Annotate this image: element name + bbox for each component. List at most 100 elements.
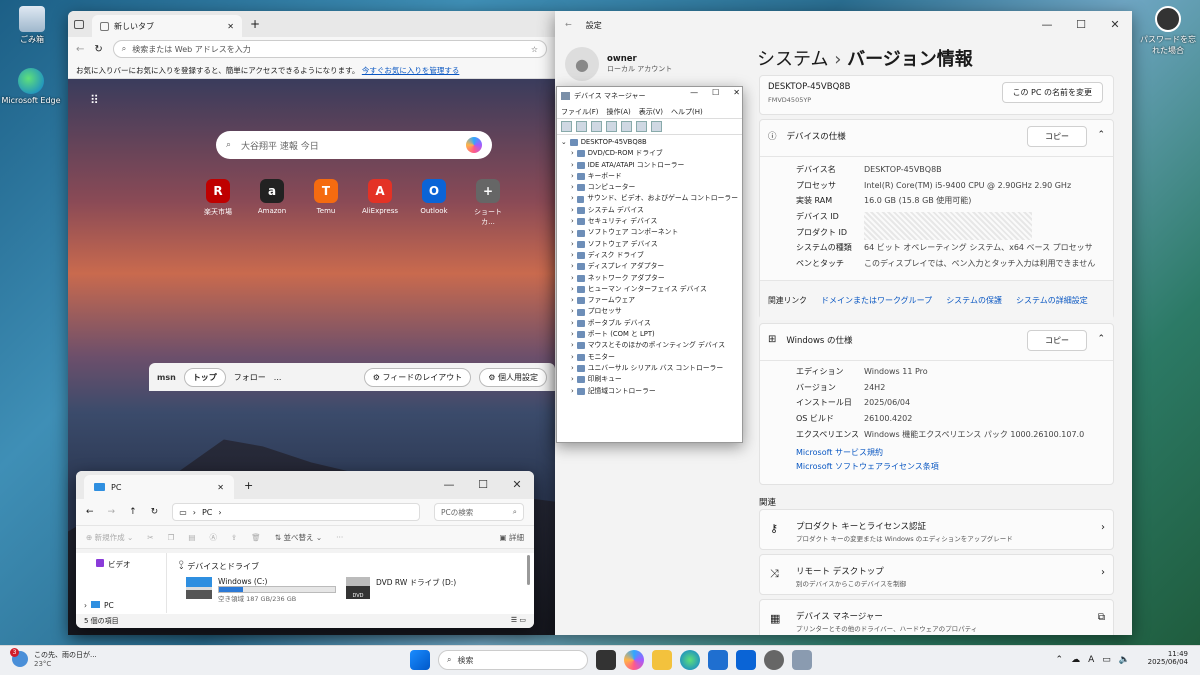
device-manager-window[interactable]: デバイス マネージャー — ☐ ✕ ファイル(F) 操作(A) 表示(V) ヘルプ(H) … <box>556 86 743 443</box>
manage-favorites-link[interactable]: 今すぐお気に入りを管理する <box>362 66 460 75</box>
explorer-search[interactable]: PCの検索 ⌕ <box>434 503 524 521</box>
feed-layout-button[interactable]: ⚙ フィードのレイアウト <box>363 367 472 387</box>
rename-icon[interactable]: Ⓐ <box>209 532 217 543</box>
group-header[interactable]: ⌄ デバイスとドライブ <box>178 561 259 572</box>
spec-value[interactable]: 2025/06/04 <box>864 398 910 407</box>
close-tab-icon[interactable]: ✕ <box>217 483 224 492</box>
dm-tree-node[interactable]: › IDE ATA/ATAPI コントローラー <box>561 160 738 171</box>
dm-tree-node[interactable]: › サウンド、ビデオ、およびゲーム コントローラー <box>561 193 738 204</box>
edge-desktop-icon[interactable]: Microsoft Edge <box>1 68 61 105</box>
msn-top-tab[interactable]: トップ <box>183 367 226 387</box>
minimize-icon[interactable]: — <box>690 88 698 97</box>
properties-icon[interactable] <box>591 121 602 132</box>
explorer-tab-pc[interactable]: PC ✕ <box>84 475 234 499</box>
dm-tree-node[interactable]: › DVD/CD-ROM ドライブ <box>561 148 738 159</box>
monitor-icon[interactable] <box>651 121 662 132</box>
view-toggle-icons[interactable]: ☰ ▭ <box>511 616 526 626</box>
dm-tree-node[interactable]: › コンピューター <box>561 182 738 193</box>
chevron-up-icon[interactable]: ⌃ <box>1097 334 1105 344</box>
chevron-up-icon[interactable]: ⌃ <box>1056 655 1064 665</box>
ms-link[interactable]: Microsoft サービス規約 <box>796 446 939 460</box>
apps-grid-icon[interactable]: ⠿ <box>90 93 99 107</box>
details-button[interactable]: ▣ 詳細 <box>500 532 524 543</box>
ime-icon[interactable]: A <box>1088 655 1094 665</box>
help-icon[interactable] <box>606 121 617 132</box>
forward-icon[interactable] <box>576 121 587 132</box>
quick-link[interactable]: A AliExpress <box>360 179 400 227</box>
back-icon[interactable] <box>561 121 572 132</box>
copy-icon[interactable]: ❐ <box>168 533 175 542</box>
ntp-search-box[interactable]: ⌕ 大谷翔平 速報 今日 <box>216 131 492 159</box>
dm-tree-node[interactable]: › マウスとそのほかのポインティング デバイス <box>561 340 738 351</box>
edge-tab-newtab[interactable]: 新しいタブ ✕ <box>92 15 242 37</box>
spec-value[interactable]: DESKTOP-45VBQ8B <box>864 165 942 174</box>
dm-menu-item[interactable]: ヘルプ(H) <box>671 107 703 116</box>
view-icon[interactable] <box>621 121 632 132</box>
close-tab-icon[interactable]: ✕ <box>227 22 234 31</box>
address-bar[interactable]: ⌕ 検索または Web アドレスを入力 ☆ <box>112 40 547 58</box>
breadcrumb-system[interactable]: システム <box>757 49 828 70</box>
copilot-icon[interactable] <box>466 137 482 153</box>
dm-tree-node[interactable]: › ポート (COM と LPT) <box>561 329 738 340</box>
dm-tree-node[interactable]: › ソフトウェア デバイス <box>561 239 738 250</box>
paste-icon[interactable]: ▤ <box>188 533 195 542</box>
maximize-icon[interactable]: ☐ <box>1064 11 1098 37</box>
dm-tree-node[interactable]: › プロセッサ <box>561 306 738 317</box>
share-icon[interactable]: ⇪ <box>231 533 237 542</box>
maximize-icon[interactable]: ☐ <box>712 88 719 97</box>
drive-d[interactable]: DVD DVD RW ドライブ (D:) <box>346 577 456 599</box>
clock[interactable]: 11:49 2025/06/04 <box>1148 650 1188 666</box>
settings-item[interactable]: ▦ デバイス マネージャー プリンターとその他のドライバー、ハードウェアのプロパティ… <box>759 599 1114 635</box>
quick-link[interactable]: + ショートカ... <box>468 179 508 227</box>
back-icon[interactable]: ← <box>86 507 94 517</box>
spec-value[interactable]: 24H2 <box>864 383 885 392</box>
sidebar-item-pc[interactable]: › PC <box>84 601 114 610</box>
settings-item[interactable]: ⤨ リモート デスクトップ 別のデバイスからこのデバイスを制御 › <box>759 554 1114 595</box>
volume-icon[interactable]: 🔈 <box>1119 655 1130 665</box>
delete-icon[interactable]: 🗑 <box>251 533 261 542</box>
new-tab-icon[interactable]: + <box>244 479 253 492</box>
maximize-icon[interactable]: ☐ <box>466 471 500 497</box>
spec-value[interactable]: Windows 機能エクスペリエンス パック 1000.26100.107.0 <box>864 429 1084 440</box>
device-manager-taskbar-icon[interactable] <box>792 650 812 670</box>
settings-gear-icon[interactable] <box>764 650 784 670</box>
explorer-window[interactable]: PC ✕ + — ☐ ✕ ← → ↑ ↻ ▭ › PC › PCの検索 ⌕ ⊕ 新規作成 ⌄ ✂ ❐ ▤… <box>76 471 534 628</box>
dm-tree-node[interactable]: › キーボード <box>561 171 738 182</box>
dm-tree-node[interactable]: › 記憶域コントローラー <box>561 386 738 397</box>
copy-device-spec-button[interactable]: コピー <box>1027 126 1087 147</box>
sync-icon[interactable]: ☁ <box>1071 655 1080 665</box>
view-more-icon[interactable]: ··· <box>336 533 343 542</box>
minimize-icon[interactable]: — <box>432 471 466 497</box>
outlook-icon[interactable] <box>736 650 756 670</box>
scan-icon[interactable] <box>636 121 647 132</box>
favorite-star-icon[interactable]: ☆ <box>531 45 538 54</box>
refresh-icon[interactable]: ↻ <box>151 507 159 517</box>
weather-widget[interactable]: 3 この先、雨の日が... 23°C <box>10 648 97 668</box>
file-explorer-icon[interactable] <box>652 650 672 670</box>
start-icon[interactable] <box>410 650 430 670</box>
msn-follow-tab[interactable]: フォロー <box>234 372 266 383</box>
copilot-icon[interactable] <box>624 650 644 670</box>
spec-value[interactable]: 16.0 GB (15.8 GB 使用可能) <box>864 195 971 206</box>
dm-tree-node[interactable]: › ネットワーク アダプター <box>561 273 738 284</box>
dm-tree-node[interactable]: › セキュリティ デバイス <box>561 216 738 227</box>
scrollbar[interactable] <box>527 555 530 585</box>
task-view-icon[interactable] <box>596 650 616 670</box>
system-tray[interactable]: ⌃ ☁ A ▭ 🔈 <box>1056 655 1130 665</box>
dm-tree-node[interactable]: › ポータブル デバイス <box>561 318 738 329</box>
tab-actions-icon[interactable] <box>74 19 84 29</box>
taskbar-search[interactable]: ⌕ 検索 <box>438 650 588 670</box>
dm-tree-node[interactable]: › ディスプレイ アダプター <box>561 261 738 272</box>
breadcrumb[interactable]: ▭ › PC › <box>172 503 420 521</box>
dm-tree-node[interactable]: › モニター <box>561 352 738 363</box>
dm-tree-node[interactable]: › ソフトウェア コンポーネント <box>561 227 738 238</box>
cut-icon[interactable]: ✂ <box>147 533 153 542</box>
user-profile[interactable]: ● owner ローカル アカウント <box>565 47 672 81</box>
dm-menu-item[interactable]: ファイル(F) <box>561 107 599 116</box>
spec-value[interactable]: Intel(R) Core(TM) i5-9400 CPU @ 2.90GHz … <box>864 181 1071 190</box>
settings-item[interactable]: ⚷ プロダクト キーとライセンス認証 プロダクト キーの変更または Windows … <box>759 509 1114 550</box>
rename-pc-button[interactable]: この PC の名前を変更 <box>1001 82 1103 103</box>
dm-tree-node[interactable]: › ユニバーサル シリアル バス コントローラー <box>561 363 738 374</box>
store-icon[interactable] <box>708 650 728 670</box>
new-button[interactable]: ⊕ 新規作成 ⌄ <box>86 532 133 543</box>
